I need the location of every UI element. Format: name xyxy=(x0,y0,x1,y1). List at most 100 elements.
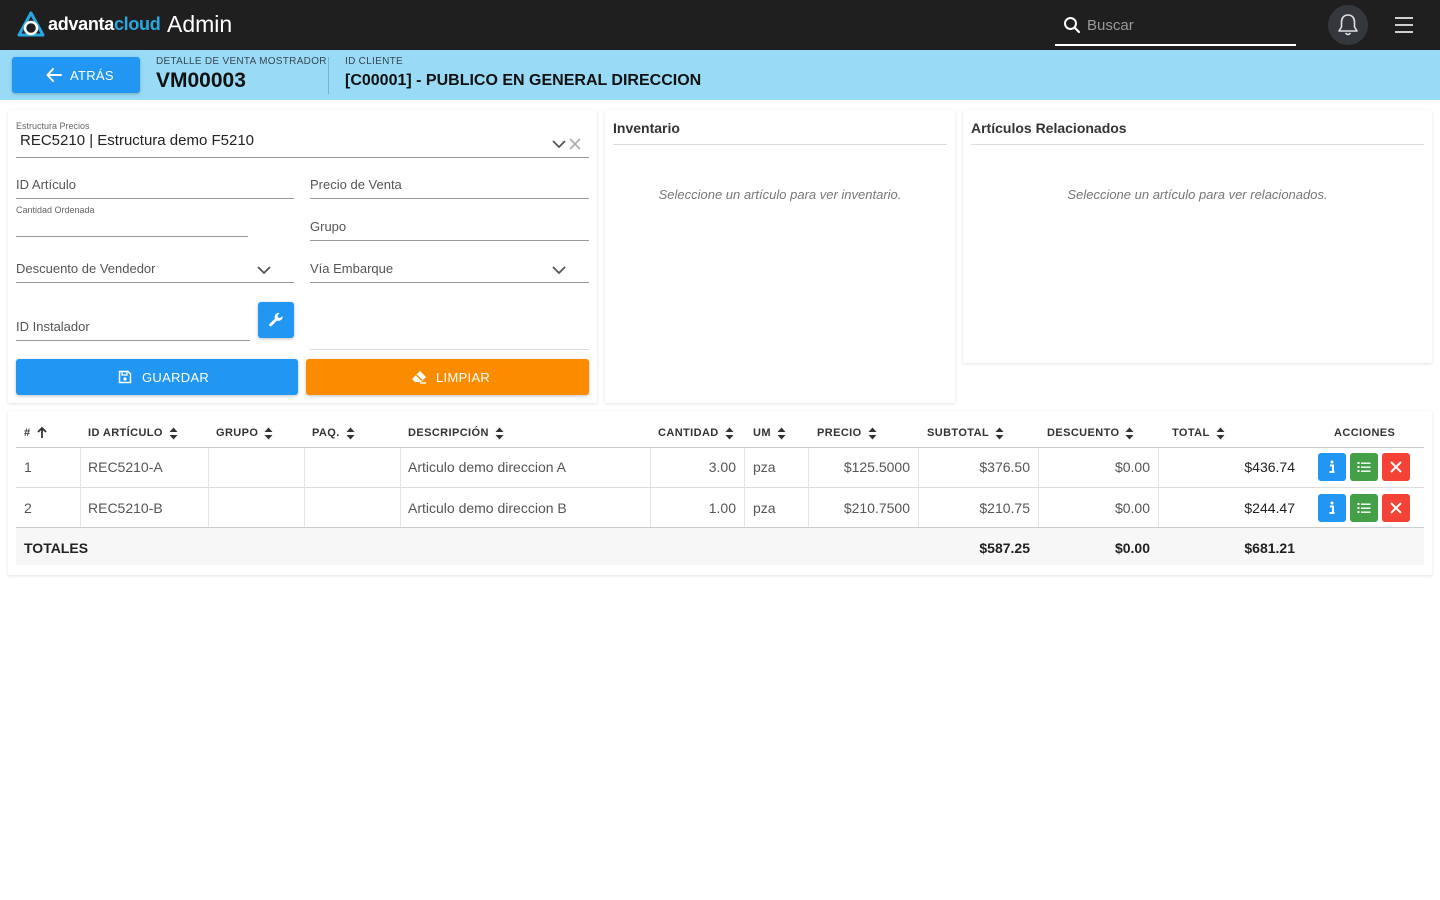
col-header-description-label: DESCRIPCIÓN xyxy=(408,427,489,439)
inventory-title: Inventario xyxy=(613,120,680,136)
price-structure-select[interactable]: REC5210 | Estructura demo F5210 xyxy=(20,132,254,149)
close-icon xyxy=(1390,461,1402,473)
brand-logo-text[interactable]: advantacloud xyxy=(48,14,161,35)
cell-article-id: REC5210-A xyxy=(88,459,163,475)
header-divider xyxy=(328,57,329,94)
col-header-discount[interactable]: DESCUENTO xyxy=(1047,426,1134,440)
inventory-empty-message: Seleccione un artículo para ver inventar… xyxy=(658,187,902,202)
totals-label: TOTALES xyxy=(24,540,89,556)
col-header-total[interactable]: TOTAL xyxy=(1172,426,1225,440)
advantacloud-logo-icon xyxy=(17,11,45,37)
delete-button[interactable] xyxy=(1382,453,1410,481)
clear-selection-icon[interactable] xyxy=(569,138,581,150)
cell-number: 1 xyxy=(24,459,32,475)
clear-button-label: LIMPIAR xyxy=(436,370,491,385)
wrench-icon xyxy=(269,312,283,327)
details-list-button[interactable] xyxy=(1350,453,1378,481)
totals-total: $681.21 xyxy=(1244,540,1295,556)
col-header-article-label: ID ARTÍCULO xyxy=(88,427,163,439)
search-box xyxy=(1055,7,1296,46)
chevron-down-icon[interactable] xyxy=(257,266,271,275)
col-header-price-label: PRECIO xyxy=(817,427,862,439)
seller-discount-underline xyxy=(16,282,294,283)
sort-icon xyxy=(868,427,877,440)
quantity-input[interactable] xyxy=(16,236,248,237)
save-button-label: GUARDAR xyxy=(142,370,210,385)
price-structure-label: Estructura Precios xyxy=(16,121,90,131)
group-underline xyxy=(310,240,589,241)
cell-total: $436.74 xyxy=(1244,459,1295,475)
list-icon xyxy=(1357,503,1371,513)
col-header-price[interactable]: PRECIO xyxy=(817,426,877,440)
search-input[interactable] xyxy=(1087,12,1287,38)
column-separator xyxy=(400,448,401,527)
details-list-button[interactable] xyxy=(1350,494,1378,522)
save-button[interactable]: GUARDAR xyxy=(16,359,298,395)
sort-icon xyxy=(495,427,504,440)
notifications-button[interactable] xyxy=(1328,5,1368,45)
article-id-field[interactable]: ID Artículo xyxy=(16,177,76,192)
col-header-article[interactable]: ID ARTÍCULO xyxy=(88,426,178,440)
cell-price: $125.5000 xyxy=(843,459,910,475)
column-separator xyxy=(304,448,305,527)
col-header-discount-label: DESCUENTO xyxy=(1047,427,1120,439)
column-separator xyxy=(1038,448,1039,527)
sort-icon xyxy=(995,427,1004,440)
sort-icon xyxy=(777,427,786,440)
back-button[interactable]: ATRÁS xyxy=(12,57,140,93)
inventory-card xyxy=(605,110,955,403)
cell-price: $210.7500 xyxy=(843,500,910,516)
sale-price-field[interactable]: Precio de Venta xyxy=(310,177,402,192)
col-header-description[interactable]: DESCRIPCIÓN xyxy=(408,426,504,440)
col-header-um[interactable]: UM xyxy=(753,426,786,440)
group-field[interactable]: Grupo xyxy=(310,219,346,234)
col-header-number-label: # xyxy=(24,427,31,439)
related-articles-card xyxy=(963,110,1432,363)
sort-icon xyxy=(1216,427,1225,440)
close-icon xyxy=(1390,502,1402,514)
article-id-underline xyxy=(16,198,294,199)
col-header-quantity[interactable]: CANTIDAD xyxy=(658,426,734,440)
client-id-label: ID CLIENTE xyxy=(345,56,404,67)
brand-text-part1: advanta xyxy=(48,14,114,34)
delete-button[interactable] xyxy=(1382,494,1410,522)
cell-subtotal: $210.75 xyxy=(979,500,1030,516)
arrow-left-icon xyxy=(46,68,62,82)
cell-um: pza xyxy=(753,459,776,475)
col-header-group[interactable]: GRUPO xyxy=(216,426,273,440)
column-separator xyxy=(918,448,919,527)
sort-icon xyxy=(725,427,734,440)
installer-search-button[interactable] xyxy=(258,302,294,338)
col-header-subtotal[interactable]: SUBTOTAL xyxy=(927,426,1004,440)
form-divider xyxy=(310,349,589,350)
related-empty-message: Seleccione un artículo para ver relacion… xyxy=(1067,187,1328,202)
cell-description: Articulo demo direccion A xyxy=(408,459,566,475)
top-navbar: advantacloud Admin xyxy=(0,0,1440,50)
related-divider xyxy=(971,144,1424,145)
info-button[interactable] xyxy=(1318,453,1346,481)
chevron-down-icon[interactable] xyxy=(552,266,566,275)
col-header-number[interactable]: # xyxy=(24,426,47,440)
info-icon xyxy=(1329,501,1335,514)
sort-icon xyxy=(1125,427,1134,440)
col-header-pack[interactable]: PAQ. xyxy=(312,426,355,440)
column-separator xyxy=(808,448,809,527)
header-row-border xyxy=(16,447,1424,448)
hamburger-menu-icon[interactable] xyxy=(1394,17,1414,35)
sale-detail-label: DETALLE DE VENTA MOSTRADOR xyxy=(156,56,327,67)
sale-number: VM00003 xyxy=(156,69,246,92)
info-button[interactable] xyxy=(1318,494,1346,522)
column-separator xyxy=(650,448,651,527)
seller-discount-select[interactable]: Descuento de Vendedor xyxy=(16,261,156,276)
search-icon xyxy=(1064,17,1081,34)
sort-icon xyxy=(346,427,355,440)
col-header-subtotal-label: SUBTOTAL xyxy=(927,427,990,439)
chevron-down-icon[interactable] xyxy=(552,140,566,149)
clear-button[interactable]: LIMPIAR xyxy=(306,359,589,395)
cell-subtotal: $376.50 xyxy=(979,459,1030,475)
quantity-label: Cantidad Ordenada xyxy=(16,205,95,215)
sale-price-underline xyxy=(310,198,589,199)
cell-description: Articulo demo direccion B xyxy=(408,500,567,516)
installer-id-field[interactable]: ID Instalador xyxy=(16,319,90,334)
shipping-select[interactable]: Vía Embarque xyxy=(310,261,393,276)
